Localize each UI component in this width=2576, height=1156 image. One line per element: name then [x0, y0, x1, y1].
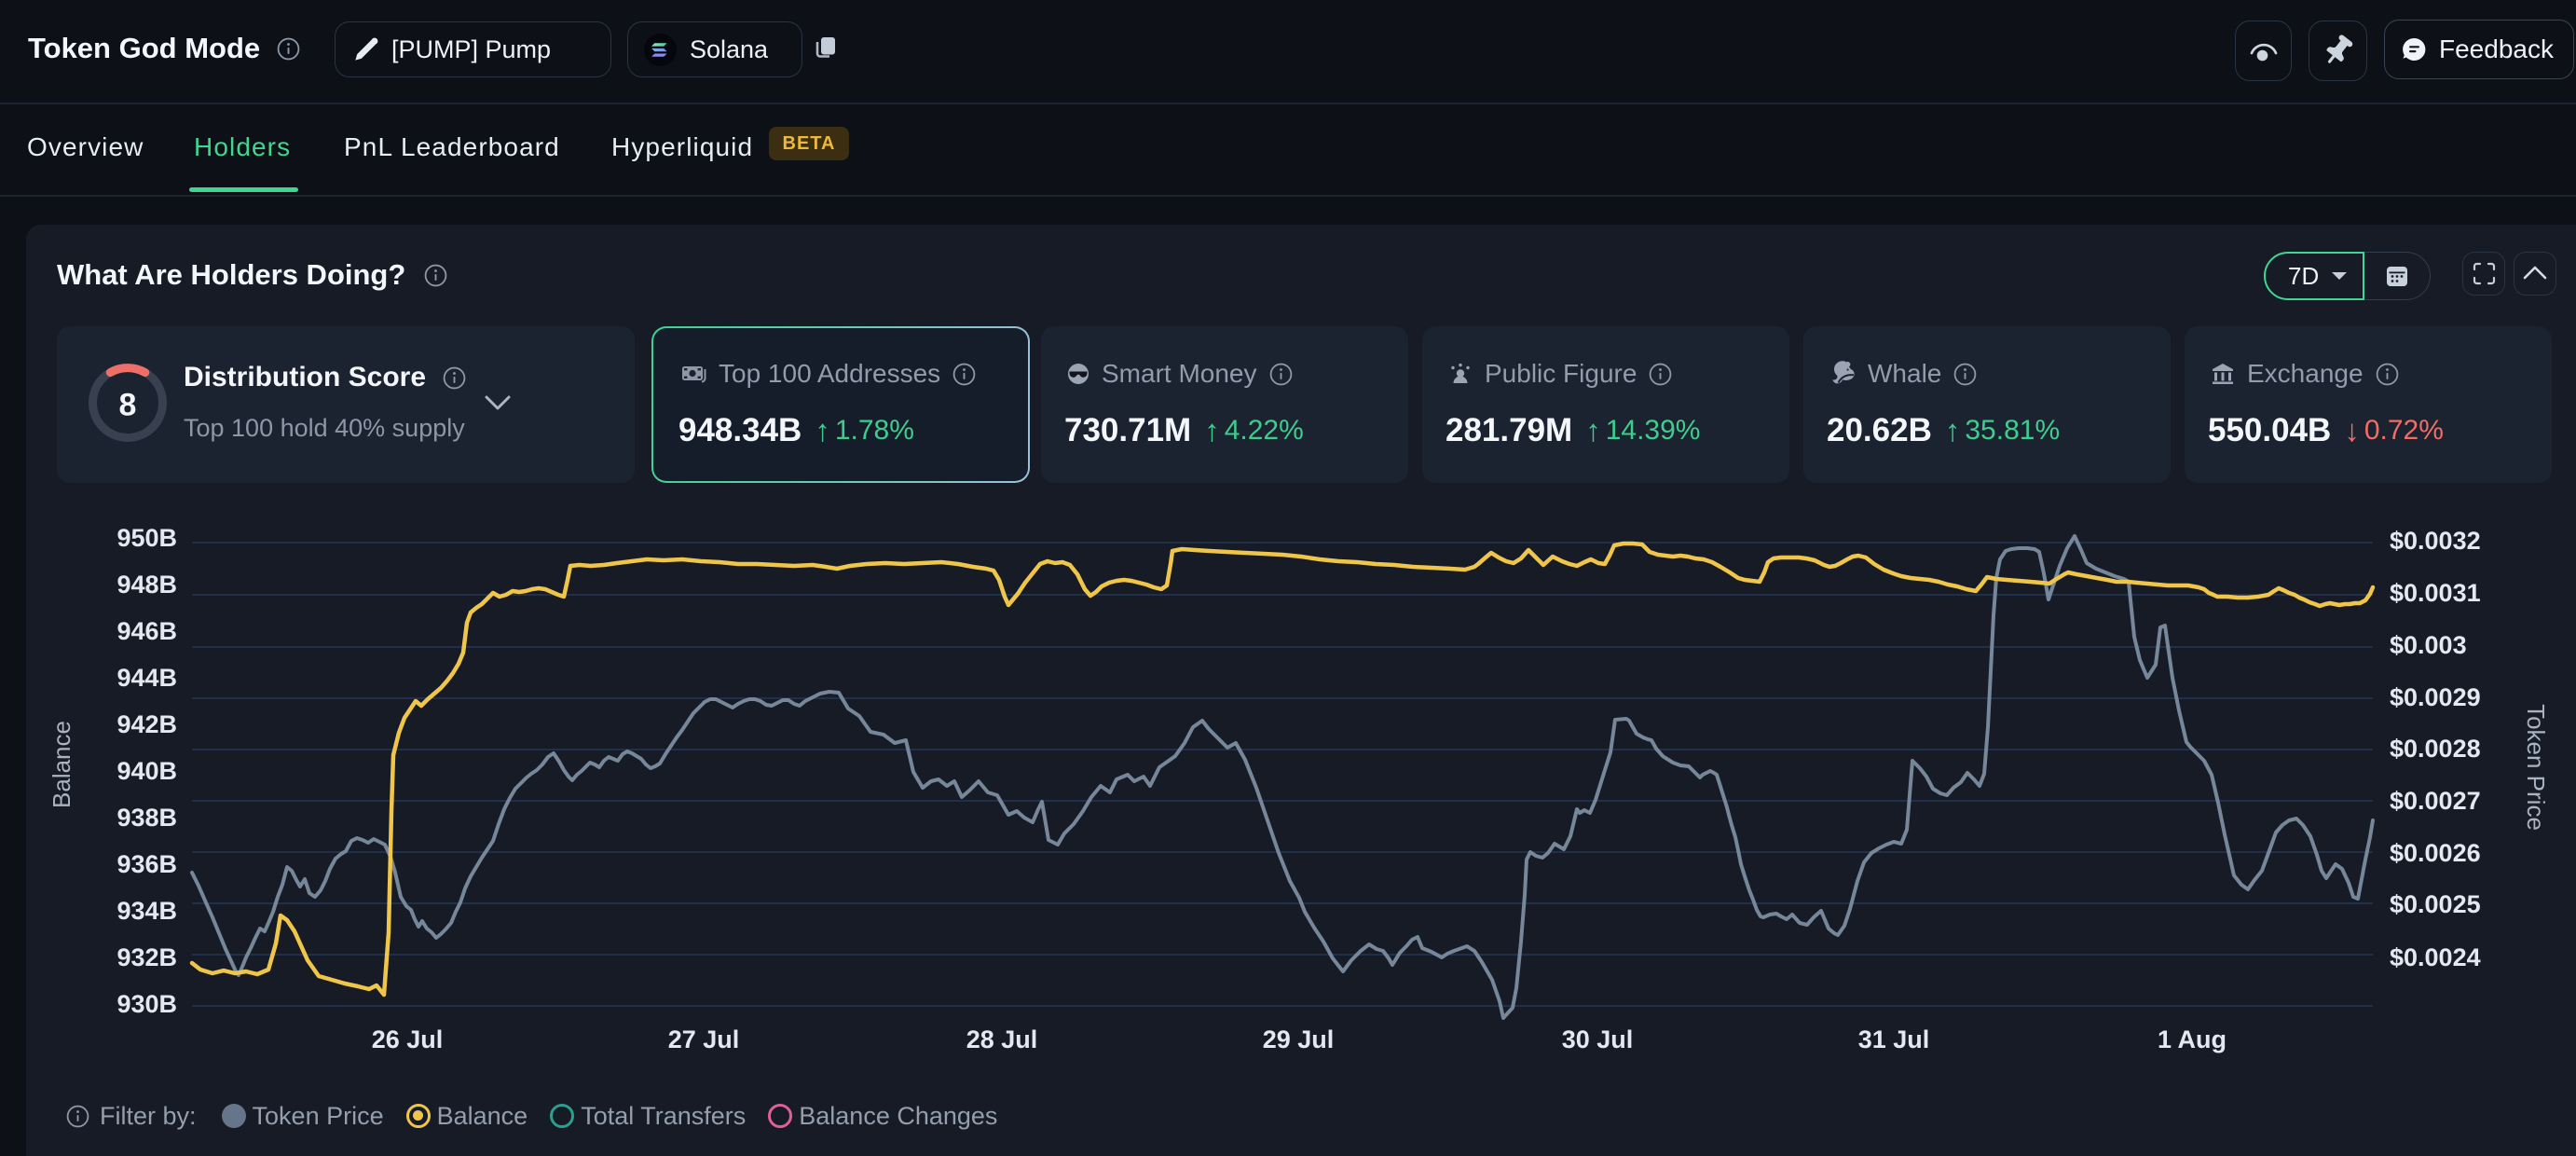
- svg-text:30 Jul: 30 Jul: [1562, 1025, 1634, 1053]
- svg-text:Token Price: Token Price: [2522, 704, 2550, 831]
- svg-text:$0.0029: $0.0029: [2390, 683, 2481, 711]
- svg-text:932B: 932B: [116, 943, 177, 971]
- svg-text:942B: 942B: [116, 710, 177, 738]
- svg-text:28 Jul: 28 Jul: [966, 1025, 1038, 1053]
- svg-text:934B: 934B: [116, 897, 177, 925]
- svg-text:$0.0024: $0.0024: [2390, 943, 2481, 971]
- svg-text:26 Jul: 26 Jul: [372, 1025, 444, 1053]
- svg-text:$0.003: $0.003: [2390, 631, 2467, 659]
- svg-text:$0.0031: $0.0031: [2390, 579, 2481, 607]
- svg-text:$0.0028: $0.0028: [2390, 735, 2481, 763]
- svg-text:938B: 938B: [116, 804, 177, 832]
- svg-text:936B: 936B: [116, 850, 177, 878]
- svg-text:29 Jul: 29 Jul: [1263, 1025, 1335, 1053]
- svg-text:Balance: Balance: [48, 721, 75, 808]
- svg-text:950B: 950B: [116, 524, 177, 552]
- svg-text:$0.0025: $0.0025: [2390, 890, 2481, 918]
- svg-text:944B: 944B: [116, 664, 177, 692]
- svg-text:$0.0027: $0.0027: [2390, 787, 2481, 815]
- svg-text:$0.0032: $0.0032: [2390, 527, 2481, 555]
- svg-text:31 Jul: 31 Jul: [1858, 1025, 1930, 1053]
- svg-text:8: 8: [119, 388, 137, 423]
- svg-text:930B: 930B: [116, 990, 177, 1018]
- svg-text:948B: 948B: [116, 571, 177, 599]
- svg-text:27 Jul: 27 Jul: [668, 1025, 740, 1053]
- svg-text:946B: 946B: [116, 617, 177, 645]
- svg-text:940B: 940B: [116, 757, 177, 785]
- svg-text:$0.0026: $0.0026: [2390, 839, 2481, 867]
- svg-text:1 Aug: 1 Aug: [2158, 1025, 2227, 1053]
